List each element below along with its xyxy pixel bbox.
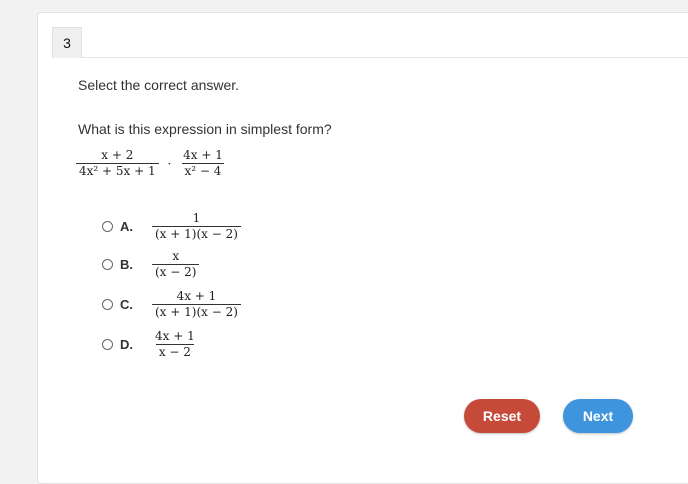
multiply-operator: · <box>167 156 172 171</box>
question-card: 3 Select the correct answer. What is thi… <box>37 12 688 484</box>
question-prompt: What is this expression in simplest form… <box>78 121 332 137</box>
choice-numerator: x <box>172 249 180 263</box>
right-fraction: 4x + 1 x² − 4 <box>180 148 226 179</box>
question-expression: x + 2 4x² + 5x + 1 · 4x + 1 x² − 4 <box>76 148 226 179</box>
right-denominator: x² − 4 <box>181 163 225 179</box>
choice-numerator: 1 <box>192 211 201 225</box>
radio-button[interactable] <box>102 299 113 310</box>
choice-letter: C. <box>120 297 133 312</box>
radio-button[interactable] <box>102 339 113 350</box>
choice-letter: B. <box>120 257 133 272</box>
choice-numerator: 4x + 1 <box>155 329 195 343</box>
choice-denominator: (x − 2) <box>152 264 200 280</box>
choice-fraction: 1 (x + 1)(x − 2) <box>152 211 241 242</box>
choice-c[interactable]: C. 4x + 1 (x + 1)(x − 2) <box>102 289 241 320</box>
choice-b[interactable]: B. x (x − 2) <box>102 249 200 280</box>
next-button[interactable]: Next <box>563 399 633 433</box>
instruction-text: Select the correct answer. <box>78 77 240 93</box>
radio-button[interactable] <box>102 259 113 270</box>
question-number: 3 <box>52 27 82 58</box>
right-numerator: 4x + 1 <box>183 148 223 162</box>
reset-button[interactable]: Reset <box>464 399 540 433</box>
left-fraction: x + 2 4x² + 5x + 1 <box>76 148 159 179</box>
choice-denominator: (x + 1)(x − 2) <box>152 226 241 242</box>
choice-letter: D. <box>120 337 133 352</box>
choice-fraction: 4x + 1 (x + 1)(x − 2) <box>152 289 241 320</box>
choice-a[interactable]: A. 1 (x + 1)(x − 2) <box>102 211 241 242</box>
left-numerator: x + 2 <box>101 148 134 162</box>
choice-d[interactable]: D. 4x + 1 x − 2 <box>102 329 198 360</box>
choice-denominator: (x + 1)(x − 2) <box>152 304 241 320</box>
question-header: 3 <box>52 27 688 58</box>
choice-fraction: x (x − 2) <box>152 249 200 280</box>
left-denominator: 4x² + 5x + 1 <box>76 163 159 179</box>
choice-fraction: 4x + 1 x − 2 <box>152 329 198 360</box>
choice-numerator: 4x + 1 <box>176 289 217 303</box>
choice-denominator: x − 2 <box>155 344 194 360</box>
choice-letter: A. <box>120 219 133 234</box>
radio-button[interactable] <box>102 221 113 232</box>
